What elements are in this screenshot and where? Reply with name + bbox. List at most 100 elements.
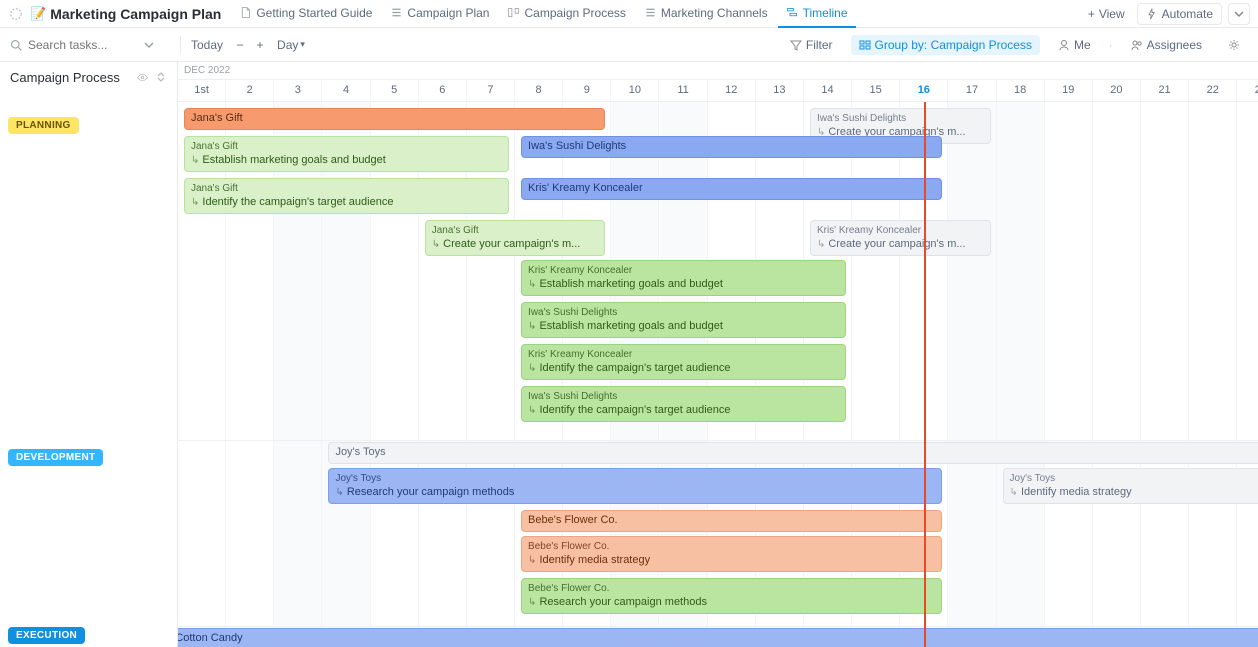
eye-icon[interactable] bbox=[136, 71, 149, 84]
list-icon bbox=[390, 6, 403, 19]
chevron-down-icon bbox=[1234, 9, 1244, 19]
subtask-icon: ↳ bbox=[1010, 487, 1018, 499]
task-bar[interactable]: Joy's Toys bbox=[328, 442, 1258, 464]
task-bar[interactable]: Bebe's Flower Co.↳Research your campaign… bbox=[521, 578, 942, 614]
grid-column bbox=[1237, 102, 1258, 647]
prev-button[interactable]: − bbox=[233, 38, 247, 52]
day-header-4[interactable]: 4 bbox=[322, 80, 370, 101]
task-bar[interactable]: Kris' Kreamy Koncealer↳Identify the camp… bbox=[521, 344, 846, 380]
filter-icon bbox=[790, 39, 802, 51]
task-title: Bebe's Flower Co. bbox=[528, 514, 618, 527]
day-header-1st[interactable]: 1st bbox=[178, 80, 226, 101]
doc-title-text: Marketing Campaign Plan bbox=[50, 6, 221, 22]
stage-label-execution[interactable]: EXECUTION bbox=[8, 627, 85, 644]
day-header-11[interactable]: 11 bbox=[660, 80, 708, 101]
timeline-icon bbox=[786, 6, 799, 19]
day-header-19[interactable]: 19 bbox=[1045, 80, 1093, 101]
task-bar[interactable]: Jana's Gift↳Establish marketing goals an… bbox=[184, 136, 509, 172]
task-bar[interactable]: Iwa's Sushi Delights bbox=[521, 136, 942, 158]
task-bar[interactable]: Iwa's Sushi Delights↳Establish marketing… bbox=[521, 302, 846, 338]
day-header-18[interactable]: 18 bbox=[997, 80, 1045, 101]
doc-title[interactable]: 📝 Marketing Campaign Plan bbox=[30, 6, 221, 22]
day-header-8[interactable]: 8 bbox=[515, 80, 563, 101]
day-header-23[interactable]: 23 bbox=[1237, 80, 1258, 101]
day-header-17[interactable]: 17 bbox=[948, 80, 996, 101]
day-header-7[interactable]: 7 bbox=[467, 80, 515, 101]
assignees-button[interactable]: Assignees bbox=[1123, 35, 1210, 55]
day-header-6[interactable]: 6 bbox=[419, 80, 467, 101]
day-header-5[interactable]: 5 bbox=[371, 80, 419, 101]
task-bar[interactable]: Kris' Kreamy Koncealer↳Establish marketi… bbox=[521, 260, 846, 296]
tab-marketing-channels[interactable]: Marketing Channels bbox=[636, 0, 776, 28]
zoom-select[interactable]: Day ▾ bbox=[277, 38, 305, 52]
filter-button[interactable]: Filter bbox=[782, 35, 841, 55]
chevron-down-icon[interactable] bbox=[144, 40, 154, 50]
tab-getting-started-guide[interactable]: Getting Started Guide bbox=[231, 0, 380, 28]
automate-button[interactable]: Automate bbox=[1137, 3, 1222, 25]
task-title: Joy's Toys bbox=[335, 446, 385, 459]
task-title: ↳Identify media strategy bbox=[528, 554, 650, 567]
task-project: Jana's Gift bbox=[191, 183, 238, 195]
subtask-icon: ↳ bbox=[528, 555, 536, 567]
tab-campaign-plan[interactable]: Campaign Plan bbox=[382, 0, 497, 28]
task-bar[interactable]: Jana's Gift bbox=[184, 108, 605, 130]
search-input[interactable] bbox=[28, 38, 138, 52]
task-bar[interactable]: Iwa's Sushi Delights↳Identify the campai… bbox=[521, 386, 846, 422]
tab-timeline[interactable]: Timeline bbox=[778, 0, 856, 28]
day-header-16[interactable]: 16 bbox=[900, 80, 948, 101]
task-bar[interactable]: Jana's Gift↳Identify the campaign's targ… bbox=[184, 178, 509, 214]
doc-icon bbox=[239, 6, 252, 19]
me-filter-button[interactable]: Me bbox=[1050, 35, 1099, 55]
task-bar[interactable]: Kris' Kreamy Koncealer↳Create your campa… bbox=[810, 220, 991, 256]
task-title: ↳Establish marketing goals and budget bbox=[191, 154, 386, 167]
today-button[interactable]: Today bbox=[191, 38, 223, 52]
task-bar[interactable]: Kris' Kreamy Koncealer bbox=[521, 178, 942, 200]
day-header-14[interactable]: 14 bbox=[804, 80, 852, 101]
task-bar[interactable]: Bebe's Flower Co.↳Identify media strateg… bbox=[521, 536, 942, 572]
task-title: ↳Establish marketing goals and budget bbox=[528, 278, 723, 291]
day-header-12[interactable]: 12 bbox=[708, 80, 756, 101]
filter-label: Filter bbox=[806, 38, 833, 52]
timeline-canvas[interactable]: DEC 2022 1st2345678910111213141516171819… bbox=[178, 62, 1258, 647]
day-header-9[interactable]: 9 bbox=[563, 80, 611, 101]
next-button[interactable]: + bbox=[253, 38, 267, 52]
task-bar[interactable]: Joy's Toys↳Identify media strategy bbox=[1003, 468, 1258, 504]
assignees-label: Assignees bbox=[1147, 38, 1202, 52]
grid-column bbox=[1189, 102, 1237, 647]
day-header-20[interactable]: 20 bbox=[1093, 80, 1141, 101]
grid-column bbox=[997, 102, 1045, 647]
day-header-21[interactable]: 21 bbox=[1141, 80, 1189, 101]
more-menu-button[interactable] bbox=[1228, 3, 1250, 25]
task-title: ↳Identify the campaign's target audience bbox=[191, 196, 393, 209]
stage-divider bbox=[178, 626, 1258, 627]
app-menu-icon[interactable] bbox=[8, 6, 24, 22]
tab-campaign-process[interactable]: Campaign Process bbox=[499, 0, 633, 28]
add-view-label: View bbox=[1099, 7, 1125, 21]
task-bar[interactable]: Ariana's Cotton Candy bbox=[178, 628, 1258, 647]
tab-label: Campaign Plan bbox=[407, 6, 489, 20]
task-project: Bebe's Flower Co. bbox=[528, 583, 609, 595]
day-header-2[interactable]: 2 bbox=[226, 80, 274, 101]
board-icon bbox=[507, 6, 520, 19]
sidebar-header: Campaign Process bbox=[0, 62, 177, 91]
toolbar-right: Filter Group by: Campaign Process Me · A… bbox=[782, 35, 1248, 55]
day-header-22[interactable]: 22 bbox=[1189, 80, 1237, 101]
stage-label-development[interactable]: DEVELOPMENT bbox=[8, 449, 103, 466]
list-icon bbox=[644, 6, 657, 19]
top-tabs-bar: 📝 Marketing Campaign Plan Getting Starte… bbox=[0, 0, 1258, 28]
collapse-all-icon[interactable] bbox=[155, 71, 167, 84]
stage-label-planning[interactable]: PLANNING bbox=[8, 117, 79, 134]
day-header-15[interactable]: 15 bbox=[852, 80, 900, 101]
task-bar[interactable]: Joy's Toys↳Research your campaign method… bbox=[328, 468, 942, 504]
day-header-10[interactable]: 10 bbox=[611, 80, 659, 101]
topbar-right-actions: Automate bbox=[1137, 3, 1250, 25]
day-header-13[interactable]: 13 bbox=[756, 80, 804, 101]
add-view-button[interactable]: + View bbox=[1080, 3, 1133, 25]
subtask-icon: ↳ bbox=[432, 239, 440, 251]
settings-button[interactable] bbox=[1220, 36, 1248, 54]
task-title: ↳Create your campaign's m... bbox=[817, 238, 966, 251]
task-bar[interactable]: Bebe's Flower Co. bbox=[521, 510, 942, 532]
day-header-3[interactable]: 3 bbox=[274, 80, 322, 101]
task-bar[interactable]: Jana's Gift↳Create your campaign's m... bbox=[425, 220, 606, 256]
group-by-button[interactable]: Group by: Campaign Process bbox=[851, 35, 1040, 55]
